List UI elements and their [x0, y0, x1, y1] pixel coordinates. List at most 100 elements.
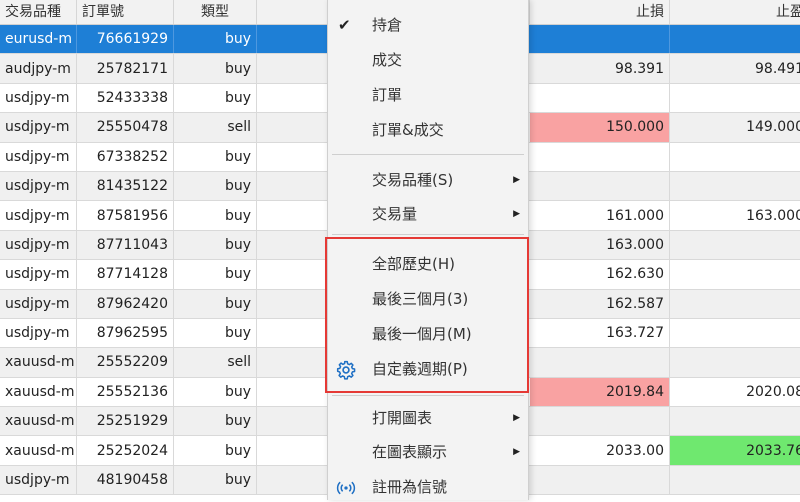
- menu-item-label: 交易量: [372, 205, 418, 223]
- cell-order: 87962420: [77, 289, 174, 318]
- cell-symbol: xauusd-m: [0, 348, 77, 377]
- column-header-order[interactable]: 訂單號: [77, 0, 174, 24]
- cell-take-profit: 2020.08: [670, 378, 800, 406]
- submenu-arrow-icon: ▶: [513, 175, 520, 185]
- cell-type: sell: [174, 348, 257, 377]
- cell-take-profit: [670, 466, 800, 494]
- cell-order: 25550478: [77, 113, 174, 142]
- cell-type: buy: [174, 142, 257, 171]
- cell-stop-loss: 162.587: [530, 289, 670, 318]
- cell-take-profit: 98.491: [670, 54, 800, 82]
- cell-stop-loss: [530, 25, 670, 54]
- cell-type: buy: [174, 25, 257, 54]
- cell-type: buy: [174, 83, 257, 113]
- cell-take-profit: [670, 407, 800, 435]
- cell-stop-loss: 98.391: [530, 54, 670, 83]
- cell-type: buy: [174, 289, 257, 318]
- cell-order: 25552136: [77, 377, 174, 407]
- cell-symbol: usdjpy-m: [0, 171, 77, 201]
- cell-stop-loss: 163.000: [530, 230, 670, 260]
- checkmark-icon: ✔: [338, 16, 351, 34]
- menu-item-label: 全部歷史(H): [372, 255, 455, 273]
- cell-order: 52433338: [77, 83, 174, 113]
- column-header-type[interactable]: 類型: [174, 0, 257, 24]
- menu-item-label: 交易品種(S): [372, 171, 454, 189]
- menu-item-show-on-chart[interactable]: 在圖表顯示 ▶: [328, 437, 528, 467]
- cell-type: buy: [174, 318, 257, 348]
- cell-type: buy: [174, 407, 257, 436]
- menu-item-label: 持倉: [372, 16, 403, 34]
- cell-take-profit: [670, 172, 800, 200]
- menu-separator: [332, 395, 524, 396]
- cell-stop-loss: 162.630: [530, 260, 670, 289]
- cell-symbol: usdjpy-m: [0, 465, 77, 495]
- cell-order: 48190458: [77, 465, 174, 495]
- menu-item-all-history[interactable]: 全部歷史(H): [328, 249, 528, 279]
- cell-order: 25251929: [77, 407, 174, 436]
- cell-type: sell: [174, 113, 257, 142]
- cell-type: buy: [174, 436, 257, 465]
- cell-type: buy: [174, 171, 257, 201]
- menu-item-volume[interactable]: 交易量 ▶: [328, 199, 528, 229]
- menu-item-label: 訂單&成交: [372, 121, 444, 139]
- submenu-arrow-icon: ▶: [513, 413, 520, 423]
- cell-symbol: xauusd-m: [0, 407, 77, 436]
- cell-symbol: usdjpy-m: [0, 260, 77, 289]
- menu-item-symbols[interactable]: 交易品種(S) ▶: [328, 165, 528, 195]
- cell-type: buy: [174, 201, 257, 230]
- column-header-take-profit[interactable]: 止盈: [670, 0, 800, 24]
- menu-item-open-chart[interactable]: 打開圖表 ▶: [328, 403, 528, 433]
- menu-item-label: 訂單: [372, 86, 403, 104]
- menu-item-last-3-months[interactable]: 最後三個月(3): [328, 284, 528, 314]
- menu-item-deals[interactable]: 成交: [328, 45, 528, 75]
- cell-order: 25252024: [77, 436, 174, 465]
- cell-symbol: xauusd-m: [0, 436, 77, 465]
- cell-symbol: audjpy-m: [0, 54, 77, 83]
- menu-item-label: 註冊為信號: [372, 478, 448, 496]
- column-header-stop-loss[interactable]: 止損: [530, 0, 670, 24]
- cell-take-profit: 2033.76: [670, 436, 800, 465]
- cell-take-profit: [670, 260, 800, 288]
- cell-symbol: usdjpy-m: [0, 318, 77, 348]
- submenu-arrow-icon: ▶: [513, 209, 520, 219]
- column-header-symbol[interactable]: 交易品種: [0, 0, 77, 24]
- cell-order: 25782171: [77, 54, 174, 83]
- menu-separator: [332, 234, 524, 235]
- cell-type: buy: [174, 230, 257, 260]
- cell-stop-loss: [530, 465, 670, 495]
- menu-item-custom-period[interactable]: 自定義週期(P): [328, 354, 528, 384]
- menu-separator: [332, 154, 524, 155]
- cell-symbol: usdjpy-m: [0, 142, 77, 171]
- cell-type: buy: [174, 465, 257, 495]
- menu-item-last-month[interactable]: 最後一個月(M): [328, 319, 528, 349]
- context-menu: ✔ 持倉 成交 訂單 訂單&成交 交易品種(S) ▶ 交易量 ▶ 全部歷史(H)…: [327, 0, 529, 500]
- cell-take-profit: 149.000: [670, 113, 800, 141]
- cell-type: buy: [174, 260, 257, 289]
- cell-order: 76661929: [77, 25, 174, 54]
- menu-item-orders[interactable]: 訂單: [328, 80, 528, 110]
- cell-order: 87711043: [77, 230, 174, 260]
- gear-icon: [336, 360, 356, 380]
- cell-stop-loss: [530, 407, 670, 436]
- submenu-arrow-icon: ▶: [513, 447, 520, 457]
- cell-order: 87714128: [77, 260, 174, 289]
- menu-item-positions[interactable]: ✔ 持倉: [328, 10, 528, 40]
- menu-item-register-signal[interactable]: 註冊為信號: [328, 472, 528, 502]
- cell-type: buy: [174, 377, 257, 407]
- cell-take-profit: [670, 231, 800, 259]
- cell-type: buy: [174, 54, 257, 83]
- cell-stop-loss: 163.727: [530, 318, 670, 348]
- cell-stop-loss: [530, 83, 670, 113]
- signal-broadcast-icon: [336, 481, 356, 495]
- cell-stop-loss: 2019.84: [530, 377, 670, 407]
- cell-order: 25552209: [77, 348, 174, 377]
- cell-order: 67338252: [77, 142, 174, 171]
- cell-stop-loss: 161.000: [530, 201, 670, 230]
- cell-symbol: usdjpy-m: [0, 83, 77, 113]
- cell-symbol: usdjpy-m: [0, 289, 77, 318]
- menu-item-orders-deals[interactable]: 訂單&成交: [328, 115, 528, 145]
- cell-take-profit: [670, 25, 800, 53]
- cell-take-profit: 163.000: [670, 201, 800, 229]
- menu-item-label: 最後三個月(3): [372, 290, 469, 308]
- cell-symbol: usdjpy-m: [0, 230, 77, 260]
